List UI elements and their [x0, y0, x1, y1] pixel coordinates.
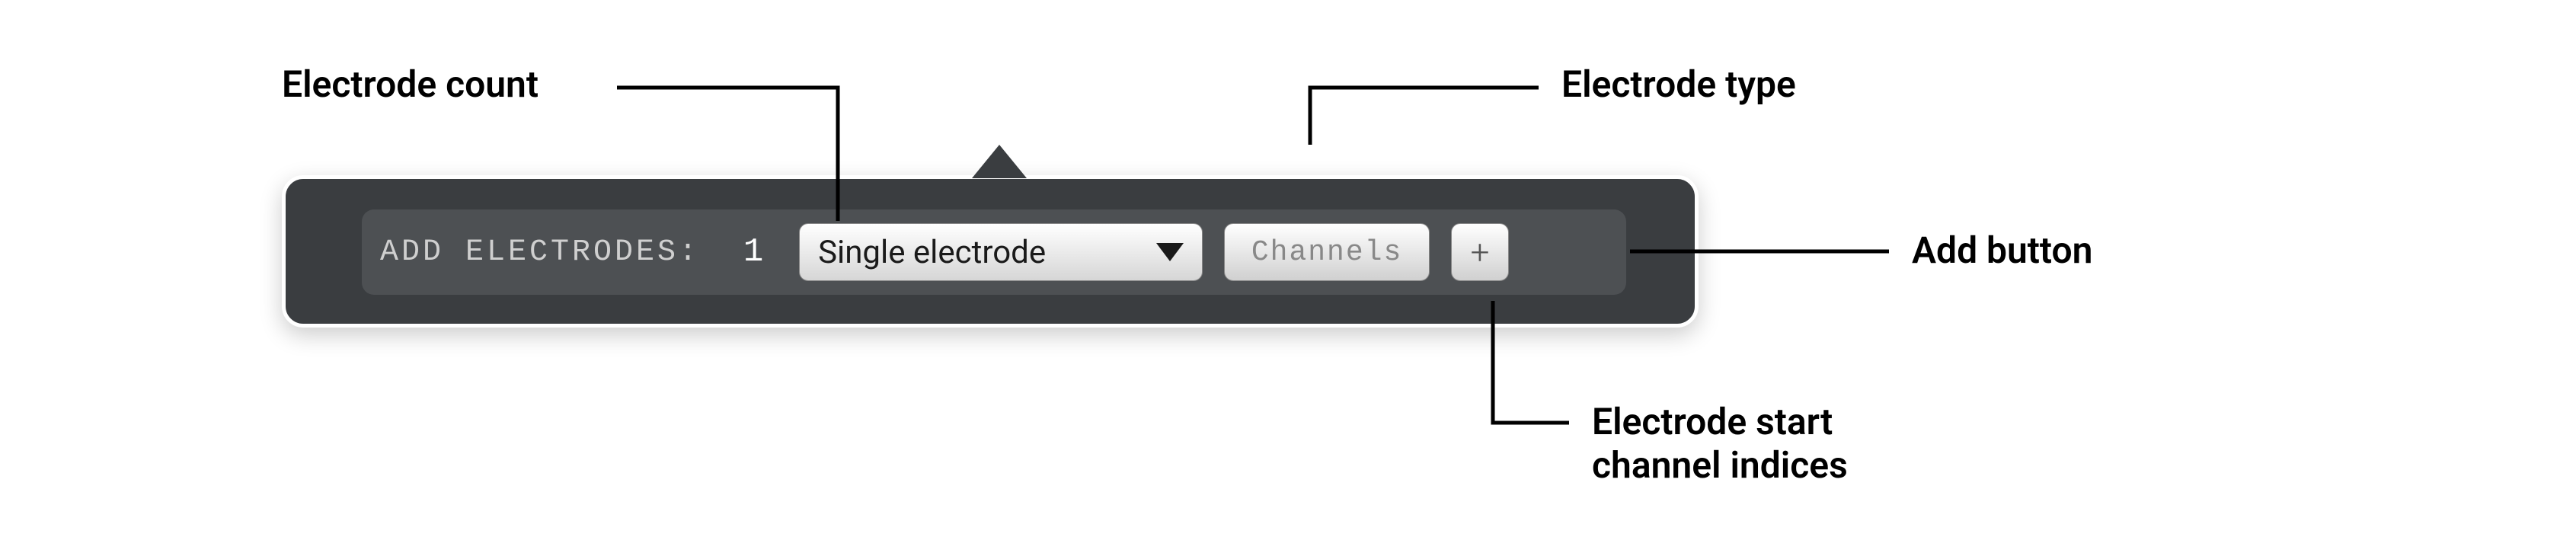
- add-electrodes-label: ADD ELECTRODES:: [380, 235, 700, 270]
- callout-electrode-type: Electrode type: [1561, 62, 1796, 106]
- popover-arrow: [972, 145, 1027, 178]
- electrode-count-input[interactable]: [730, 233, 776, 271]
- channels-placeholder: Channels: [1251, 236, 1402, 269]
- add-electrodes-panel: ADD ELECTRODES: Single electrode Channel…: [282, 175, 1699, 328]
- electrode-type-selected: Single electrode: [818, 234, 1156, 271]
- chevron-down-icon: [1156, 243, 1184, 261]
- callout-start-indices: Electrode start channel indices: [1592, 400, 1848, 487]
- add-electrodes-toolbar: ADD ELECTRODES: Single electrode Channel…: [362, 209, 1626, 295]
- add-button[interactable]: +: [1451, 223, 1509, 281]
- callout-add-button: Add button: [1912, 229, 2092, 272]
- plus-icon: +: [1471, 232, 1490, 272]
- electrode-type-dropdown[interactable]: Single electrode: [799, 223, 1203, 281]
- channels-input-button[interactable]: Channels: [1224, 223, 1430, 281]
- callout-electrode-count: Electrode count: [282, 62, 539, 106]
